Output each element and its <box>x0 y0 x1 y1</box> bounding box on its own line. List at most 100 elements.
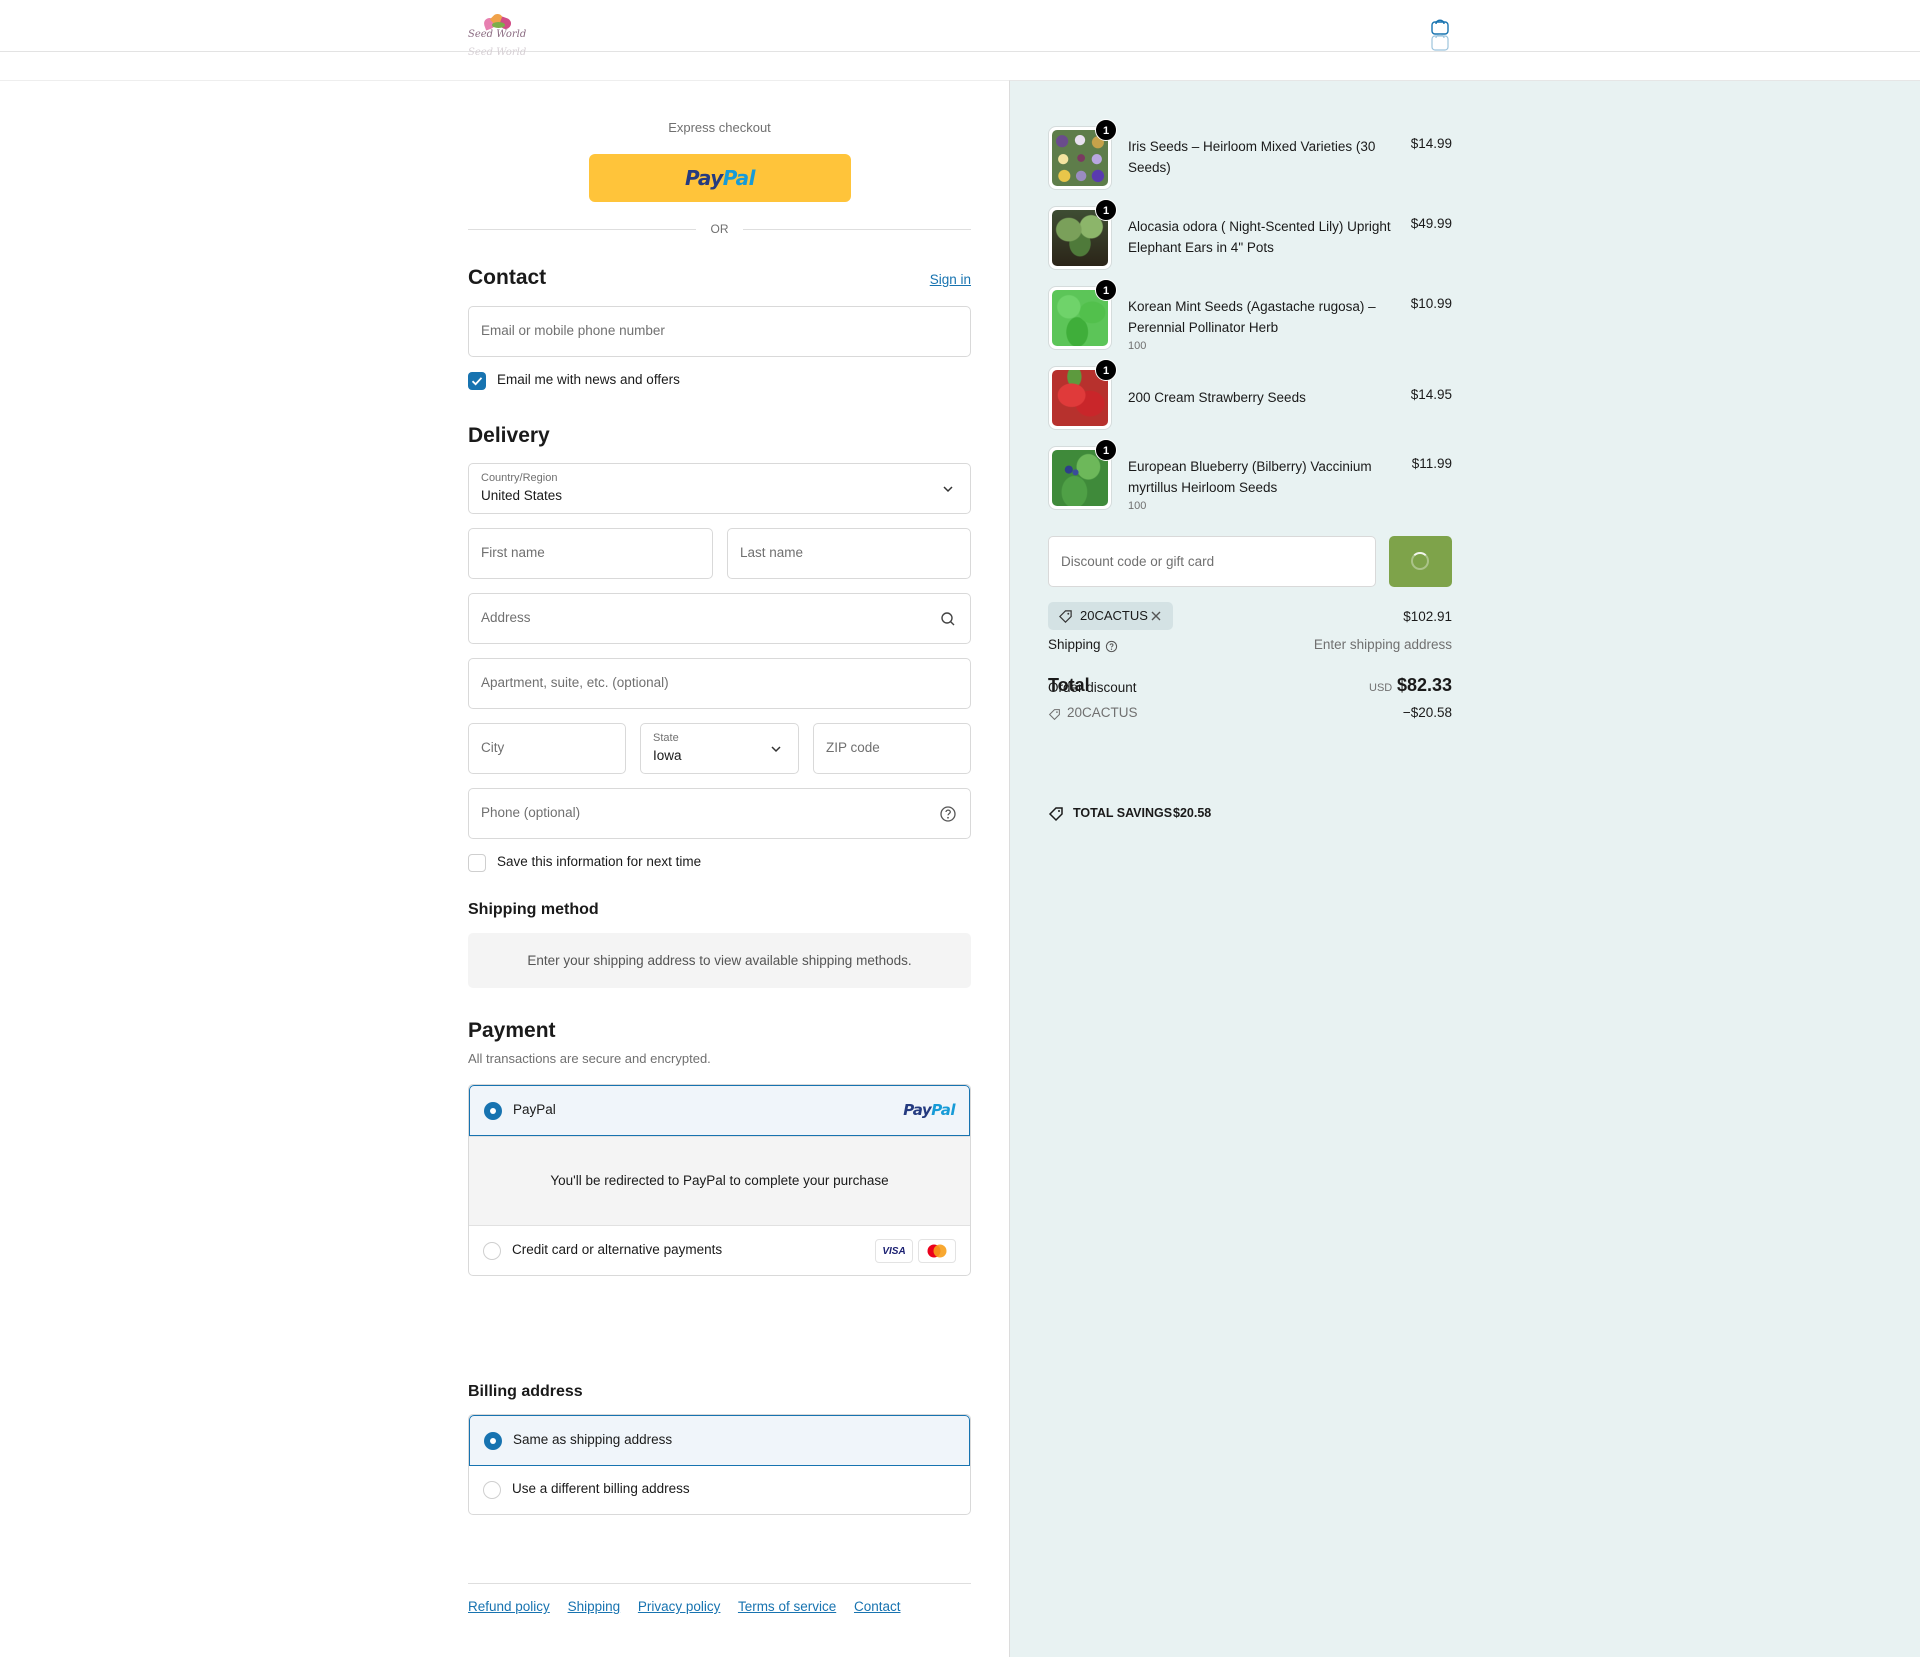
contact-title: Contact <box>468 266 547 289</box>
quantity-badge: 1 <box>1095 359 1117 381</box>
payment-option-paypal[interactable]: PayPal PayPal <box>469 1085 970 1136</box>
payment-subtitle: All transactions are secure and encrypte… <box>468 1051 711 1066</box>
payment-option-card[interactable]: Credit card or alternative payments VISA <box>469 1226 970 1275</box>
quantity-badge: 1 <box>1095 199 1117 221</box>
billing-same-radio[interactable] <box>484 1432 502 1450</box>
item-title: 200 Cream Strawberry Seeds <box>1128 390 1306 405</box>
newsletter-checkbox[interactable] <box>468 372 486 390</box>
mastercard-icon <box>918 1239 956 1263</box>
remove-code-icon[interactable] <box>1150 610 1162 622</box>
paypal-logo: PayPal <box>684 166 756 190</box>
card-radio[interactable] <box>483 1242 501 1260</box>
zip-field[interactable]: ZIP code <box>813 723 971 774</box>
logo-text-faded: Seed World <box>468 47 527 58</box>
shipping-value: Enter shipping address <box>1313 637 1452 652</box>
item-price: $14.95 <box>1410 387 1452 402</box>
billing-options: Same as shipping address Use a different… <box>468 1414 971 1515</box>
paypal-redirect-message: You'll be redirected to PayPal to comple… <box>469 1136 970 1226</box>
quantity-badge: 1 <box>1095 439 1117 461</box>
apply-discount-button[interactable] <box>1389 536 1452 587</box>
quantity-badge: 1 <box>1095 119 1117 141</box>
cart-item: 1 Iris Seeds – Heirloom Mixed Varieties … <box>1048 119 1452 190</box>
shopping-bag-icon[interactable] <box>1430 18 1450 52</box>
store-logo[interactable]: Seed World Seed World <box>468 11 536 58</box>
item-price: $49.99 <box>1410 216 1452 231</box>
newsletter-label: Email me with news and offers <box>497 372 680 387</box>
discount-value: −$20.58 <box>1402 705 1452 720</box>
help-circle-icon[interactable] <box>938 804 958 824</box>
address-field[interactable]: Address <box>468 593 971 644</box>
cart-item: 1 200 Cream Strawberry Seeds $14.95 <box>1048 359 1452 430</box>
shipping-label: Shipping <box>1048 637 1101 652</box>
express-checkout-title: Express checkout <box>668 120 771 135</box>
cart-item: 1 Alocasia odora ( Night-Scented Lily) U… <box>1048 199 1452 270</box>
item-title: Iris Seeds – Heirloom Mixed Varieties (3… <box>1128 139 1376 175</box>
item-variant: 100 <box>1128 340 1147 352</box>
chevron-down-icon <box>771 746 781 753</box>
item-title: Alocasia odora ( Night-Scented Lily) Upr… <box>1128 219 1391 255</box>
discount-code-field[interactable]: Discount code or gift card <box>1048 536 1376 587</box>
discount-code-label: 20CACTUS <box>1067 705 1138 720</box>
tag-icon <box>1048 709 1060 721</box>
phone-field[interactable]: Phone (optional) <box>468 788 971 839</box>
paypal-radio[interactable] <box>484 1102 502 1120</box>
item-variant: 100 <box>1128 500 1147 512</box>
terms-of-service-link[interactable]: Terms of service <box>738 1599 836 1614</box>
payment-options: PayPal PayPal You'll be redirected to Pa… <box>468 1084 971 1276</box>
shipping-policy-link[interactable]: Shipping <box>568 1599 621 1614</box>
total-value: $82.33 <box>1396 675 1452 695</box>
save-info-checkbox[interactable] <box>468 854 486 872</box>
shipping-method-message: Enter your shipping address to view avai… <box>468 933 971 988</box>
logo-text: Seed World <box>468 29 527 40</box>
chevron-down-icon <box>943 486 953 493</box>
subtotal-value: $102.91 <box>1403 609 1452 624</box>
email-field[interactable]: Email or mobile phone number <box>468 306 971 357</box>
shipping-method-title: Shipping method <box>468 901 599 918</box>
contact-link[interactable]: Contact <box>854 1599 901 1614</box>
footer-divider <box>468 1583 971 1584</box>
item-price: $14.99 <box>1410 136 1452 151</box>
currency-code: USD <box>1369 682 1393 694</box>
or-divider: OR <box>468 220 971 240</box>
paypal-logo-icon: PayPal <box>903 1101 955 1119</box>
visa-icon: VISA <box>875 1239 913 1263</box>
item-price: $11.99 <box>1411 456 1452 471</box>
site-header: Seed World Seed World <box>0 0 1920 58</box>
search-icon <box>941 612 955 626</box>
total-savings-label: TOTAL SAVINGS <box>1073 806 1173 820</box>
sign-in-link[interactable]: Sign in <box>930 272 971 287</box>
footer-links: Refund policy Shipping Privacy policy Te… <box>468 1599 915 1614</box>
shipping-help-icon[interactable] <box>1105 640 1118 653</box>
paypal-express-button[interactable]: PayPal <box>589 154 851 202</box>
total-label: Total <box>1048 675 1090 695</box>
state-select[interactable]: State Iowa <box>640 723 799 774</box>
last-name-field[interactable]: Last name <box>727 528 971 579</box>
applied-code-chip: 20CACTUS <box>1048 602 1173 630</box>
item-title: Korean Mint Seeds (Agastache rugosa) – P… <box>1128 299 1376 335</box>
first-name-field[interactable]: First name <box>468 528 713 579</box>
quantity-badge: 1 <box>1095 279 1117 301</box>
total-savings-value: $20.58 <box>1173 806 1212 820</box>
paypal-option-label: PayPal <box>513 1102 556 1117</box>
billing-different-radio[interactable] <box>483 1481 501 1499</box>
refund-policy-link[interactable]: Refund policy <box>468 1599 550 1614</box>
billing-option-different[interactable]: Use a different billing address <box>469 1466 970 1514</box>
tag-icon <box>1059 610 1072 623</box>
delivery-title: Delivery <box>468 424 550 447</box>
country-select[interactable]: Country/Region United States <box>468 463 971 514</box>
privacy-policy-link[interactable]: Privacy policy <box>638 1599 721 1614</box>
header-divider <box>0 80 1010 81</box>
apartment-field[interactable]: Apartment, suite, etc. (optional) <box>468 658 971 709</box>
loading-spinner-icon <box>1411 552 1429 570</box>
billing-title: Billing address <box>468 1383 583 1400</box>
cart-item: 1 Korean Mint Seeds (Agastache rugosa) –… <box>1048 279 1452 352</box>
billing-same-label: Same as shipping address <box>513 1432 673 1447</box>
billing-different-label: Use a different billing address <box>512 1481 690 1496</box>
city-field[interactable]: City <box>468 723 626 774</box>
savings-tag-icon <box>1048 807 1063 822</box>
item-title: European Blueberry (Bilberry) Vaccinium … <box>1128 459 1372 495</box>
save-info-label: Save this information for next time <box>497 854 702 869</box>
cart-item: 1 European Blueberry (Bilberry) Vacciniu… <box>1048 439 1452 512</box>
checkmark-icon <box>471 377 483 386</box>
billing-option-same[interactable]: Same as shipping address <box>469 1415 970 1466</box>
